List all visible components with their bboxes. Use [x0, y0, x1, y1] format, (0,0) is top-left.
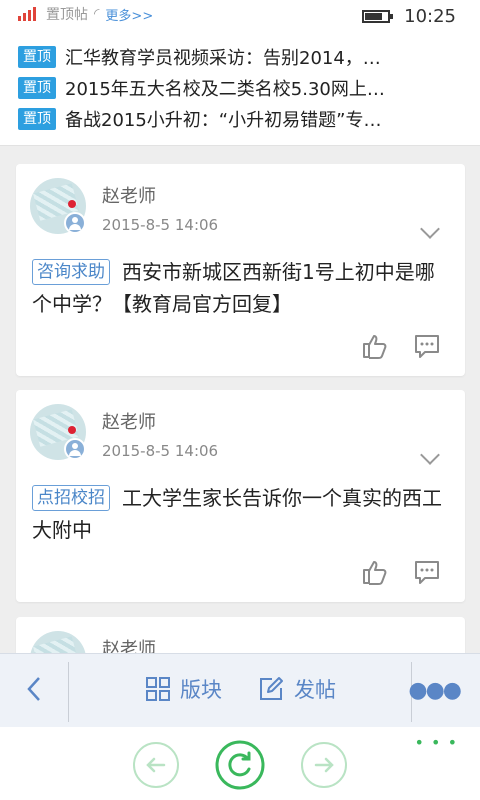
post-tag[interactable]: 点招校招 — [32, 485, 110, 511]
back-arrow-icon[interactable] — [20, 674, 50, 704]
pinned-badge: 置顶 — [18, 107, 56, 130]
chevron-down-icon[interactable] — [420, 219, 440, 239]
nav-forward-icon[interactable] — [300, 741, 348, 789]
section-button[interactable]: 版块 — [146, 674, 222, 704]
pinned-item[interactable]: 置顶 汇华教育学员视频采访：告别2014，… — [0, 41, 480, 72]
chevron-down-icon[interactable] — [420, 445, 440, 465]
bottom-toolbar: 版块 发帖 ●●● — [0, 653, 480, 727]
grid-icon — [146, 677, 170, 701]
comment-icon[interactable] — [413, 332, 441, 360]
post-time: 2015-8-5 14:06 — [102, 442, 219, 460]
clock: 10:25 — [404, 6, 456, 27]
post-tag[interactable]: 咨询求助 — [32, 259, 110, 285]
status-bar: 置顶帖 ◜ 更多>> 10:25 — [0, 0, 480, 32]
edit-icon — [260, 677, 283, 700]
battery-icon — [362, 10, 394, 23]
post-time: 2015-8-5 14:06 — [102, 216, 219, 234]
toolbar-divider — [68, 662, 69, 722]
pinned-badge: 置顶 — [18, 76, 56, 99]
thumbs-up-icon[interactable] — [361, 332, 389, 360]
pinned-item[interactable]: 置顶 备战2015小升初：“小升初易错题”专… — [0, 103, 480, 134]
post-author[interactable]: 赵老师 — [102, 408, 156, 434]
post-title[interactable]: 点招校招 工大学生家长告诉你一个真实的西工大附中 — [32, 482, 452, 546]
signal-icon — [18, 7, 40, 21]
pinned-title: 备战2015小升初：“小升初易错题”专… — [65, 109, 382, 131]
wifi-icon: ◜ — [94, 6, 100, 22]
section-label: 版块 — [180, 678, 222, 702]
new-post-button[interactable]: 发帖 — [258, 674, 336, 704]
comment-icon[interactable] — [413, 558, 441, 586]
post-title[interactable]: 咨询求助 西安市新城区西新街1号上初中是哪个中学？【教育局官方回复】 — [32, 256, 452, 320]
status-left: 置顶帖 ◜ 更多>> — [18, 4, 153, 24]
thumbs-up-icon[interactable] — [361, 558, 389, 586]
more-menu-icon[interactable]: ●●● — [408, 678, 462, 703]
user-badge-icon — [64, 438, 86, 460]
browser-nav: • • • — [0, 727, 480, 800]
status-right: 10:25 — [362, 6, 456, 27]
pinned-list: 置顶 汇华教育学员视频采访：告别2014，… 置顶 2015年五大名校及二类名校… — [0, 32, 480, 146]
refresh-icon[interactable] — [214, 739, 266, 791]
pinned-badge: 置顶 — [18, 45, 56, 68]
post-card[interactable]: 赵老师 2015-8-5 14:06 咨询求助 西安市新城区西新街1号上初中是哪个… — [16, 164, 465, 376]
overflow-dots-icon[interactable]: • • • — [415, 733, 458, 752]
more-link[interactable]: 更多>> — [105, 5, 153, 24]
pinned-title: 汇华教育学员视频采访：告别2014，… — [65, 47, 381, 69]
pinned-item[interactable]: 置顶 2015年五大名校及二类名校5.30网上… — [0, 72, 480, 103]
post-author[interactable]: 赵老师 — [102, 182, 156, 208]
new-post-label: 发帖 — [294, 678, 336, 702]
nav-back-icon[interactable] — [132, 741, 180, 789]
user-badge-icon — [64, 212, 86, 234]
post-card[interactable]: 赵老师 2015-8-5 14:06 点招校招 工大学生家长告诉你一个真实的西工大… — [16, 390, 465, 602]
pinned-title: 2015年五大名校及二类名校5.30网上… — [65, 78, 385, 100]
status-app-text: 置顶帖 — [46, 7, 88, 23]
